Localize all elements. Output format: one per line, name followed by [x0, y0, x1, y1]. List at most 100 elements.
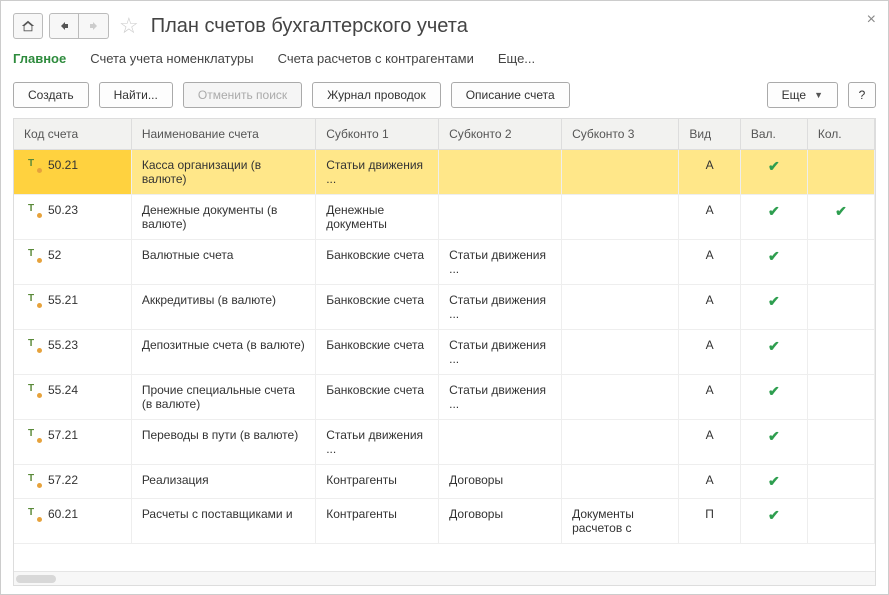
- cell-currency: ✔: [740, 330, 807, 375]
- cell-name: Расчеты с поставщиками и: [131, 499, 315, 544]
- table-row[interactable]: 57.21Переводы в пути (в валюте)Статьи дв…: [14, 420, 875, 465]
- cell-code: 57.21: [48, 428, 78, 442]
- account-icon: [28, 509, 40, 521]
- cell-sub3: [562, 150, 679, 195]
- cell-kind: А: [679, 465, 740, 499]
- tab-counterparties[interactable]: Счета расчетов с контрагентами: [278, 51, 474, 68]
- app-window: × ☆ План счетов бухгалтерского учета Гла…: [0, 0, 889, 595]
- account-icon: [28, 205, 40, 217]
- cancel-search-button: Отменить поиск: [183, 82, 302, 108]
- check-icon: ✔: [768, 203, 780, 219]
- check-icon: ✔: [835, 203, 847, 219]
- account-icon: [28, 295, 40, 307]
- cell-kind: А: [679, 240, 740, 285]
- col-header-code[interactable]: Код счета: [14, 119, 131, 150]
- cell-kind: А: [679, 150, 740, 195]
- cell-name: Реализация: [131, 465, 315, 499]
- cell-sub1: Контрагенты: [316, 499, 439, 544]
- account-icon: [28, 160, 40, 172]
- tab-more[interactable]: Еще...: [498, 51, 535, 68]
- check-icon: ✔: [768, 383, 780, 399]
- table-row[interactable]: 50.21Касса организации (в валюте)Статьи …: [14, 150, 875, 195]
- cell-code: 52: [48, 248, 61, 262]
- table-row[interactable]: 55.23Депозитные счета (в валюте)Банковск…: [14, 330, 875, 375]
- cell-sub2: [439, 195, 562, 240]
- cell-sub1: Банковские счета: [316, 375, 439, 420]
- table-row[interactable]: 55.21Аккредитивы (в валюте)Банковские сч…: [14, 285, 875, 330]
- col-header-sub3[interactable]: Субконто 3: [562, 119, 679, 150]
- cell-sub1: Банковские счета: [316, 330, 439, 375]
- cell-sub2: Договоры: [439, 465, 562, 499]
- table-row[interactable]: 60.21Расчеты с поставщиками иКонтрагенты…: [14, 499, 875, 544]
- cell-qty: [807, 150, 874, 195]
- check-icon: ✔: [768, 158, 780, 174]
- help-button[interactable]: ?: [848, 82, 876, 108]
- cell-kind: А: [679, 375, 740, 420]
- home-button[interactable]: [13, 13, 43, 39]
- tab-bar: Главное Счета учета номенклатуры Счета р…: [13, 47, 876, 78]
- cell-currency: ✔: [740, 285, 807, 330]
- table-row[interactable]: 55.24 Прочие специальные счета (в валюте)…: [14, 375, 875, 420]
- cell-sub1: Денежные документы: [316, 195, 439, 240]
- col-header-name[interactable]: Наименование счета: [131, 119, 315, 150]
- col-header-sub1[interactable]: Субконто 1: [316, 119, 439, 150]
- cell-code: 55.23: [48, 338, 78, 352]
- check-icon: ✔: [768, 473, 780, 489]
- cell-currency: ✔: [740, 195, 807, 240]
- cell-qty: ✔: [807, 195, 874, 240]
- col-header-kind[interactable]: Вид: [679, 119, 740, 150]
- cell-sub3: [562, 420, 679, 465]
- tab-nomenclature[interactable]: Счета учета номенклатуры: [90, 51, 253, 68]
- nav-forward-button[interactable]: [79, 13, 109, 39]
- cell-code: 55.24: [48, 383, 78, 397]
- cell-qty: [807, 240, 874, 285]
- nav-back-button[interactable]: [49, 13, 79, 39]
- home-icon: [21, 19, 35, 33]
- table-row[interactable]: 52Валютные счетаБанковские счетаСтатьи д…: [14, 240, 875, 285]
- cell-currency: ✔: [740, 375, 807, 420]
- cell-sub2: [439, 420, 562, 465]
- col-header-currency[interactable]: Вал.: [740, 119, 807, 150]
- account-icon: [28, 430, 40, 442]
- cell-code: 57.22: [48, 473, 78, 487]
- find-button[interactable]: Найти...: [99, 82, 173, 108]
- account-icon: [28, 340, 40, 352]
- cell-sub3: [562, 195, 679, 240]
- table-row[interactable]: 57.22РеализацияКонтрагентыДоговорыА✔: [14, 465, 875, 499]
- account-icon: [28, 475, 40, 487]
- cell-kind: П: [679, 499, 740, 544]
- cell-sub3: [562, 285, 679, 330]
- arrow-right-icon: [88, 20, 100, 32]
- check-icon: ✔: [768, 248, 780, 264]
- check-icon: ✔: [768, 507, 780, 523]
- horizontal-scrollbar[interactable]: [14, 571, 875, 585]
- cell-sub2: [439, 150, 562, 195]
- tab-main[interactable]: Главное: [13, 51, 66, 68]
- cell-kind: А: [679, 285, 740, 330]
- cell-sub3: [562, 465, 679, 499]
- cell-code: 55.21: [48, 293, 78, 307]
- cell-name: Денежные документы (в валюте): [131, 195, 315, 240]
- cell-sub1: Статьи движения ...: [316, 150, 439, 195]
- col-header-sub2[interactable]: Субконто 2: [439, 119, 562, 150]
- check-icon: ✔: [768, 293, 780, 309]
- create-button[interactable]: Создать: [13, 82, 89, 108]
- table-row[interactable]: 50.23Денежные документы (в валюте)Денежн…: [14, 195, 875, 240]
- page-title: План счетов бухгалтерского учета: [151, 15, 468, 38]
- cell-code: 50.21: [48, 158, 78, 172]
- col-header-qty[interactable]: Кол.: [807, 119, 874, 150]
- cell-qty: [807, 465, 874, 499]
- cell-qty: [807, 420, 874, 465]
- cell-sub2: Договоры: [439, 499, 562, 544]
- accounts-table: Код счета Наименование счета Субконто 1 …: [13, 118, 876, 586]
- cell-sub3: [562, 240, 679, 285]
- journal-button[interactable]: Журнал проводок: [312, 82, 441, 108]
- check-icon: ✔: [768, 428, 780, 444]
- account-icon: [28, 385, 40, 397]
- cell-name: Прочие специальные счета (в валюте): [131, 375, 315, 420]
- close-icon[interactable]: ×: [867, 11, 876, 29]
- cell-sub2: Статьи движения ...: [439, 330, 562, 375]
- more-button[interactable]: Еще ▼: [767, 82, 838, 108]
- favorite-star-icon[interactable]: ☆: [119, 13, 139, 39]
- description-button[interactable]: Описание счета: [451, 82, 570, 108]
